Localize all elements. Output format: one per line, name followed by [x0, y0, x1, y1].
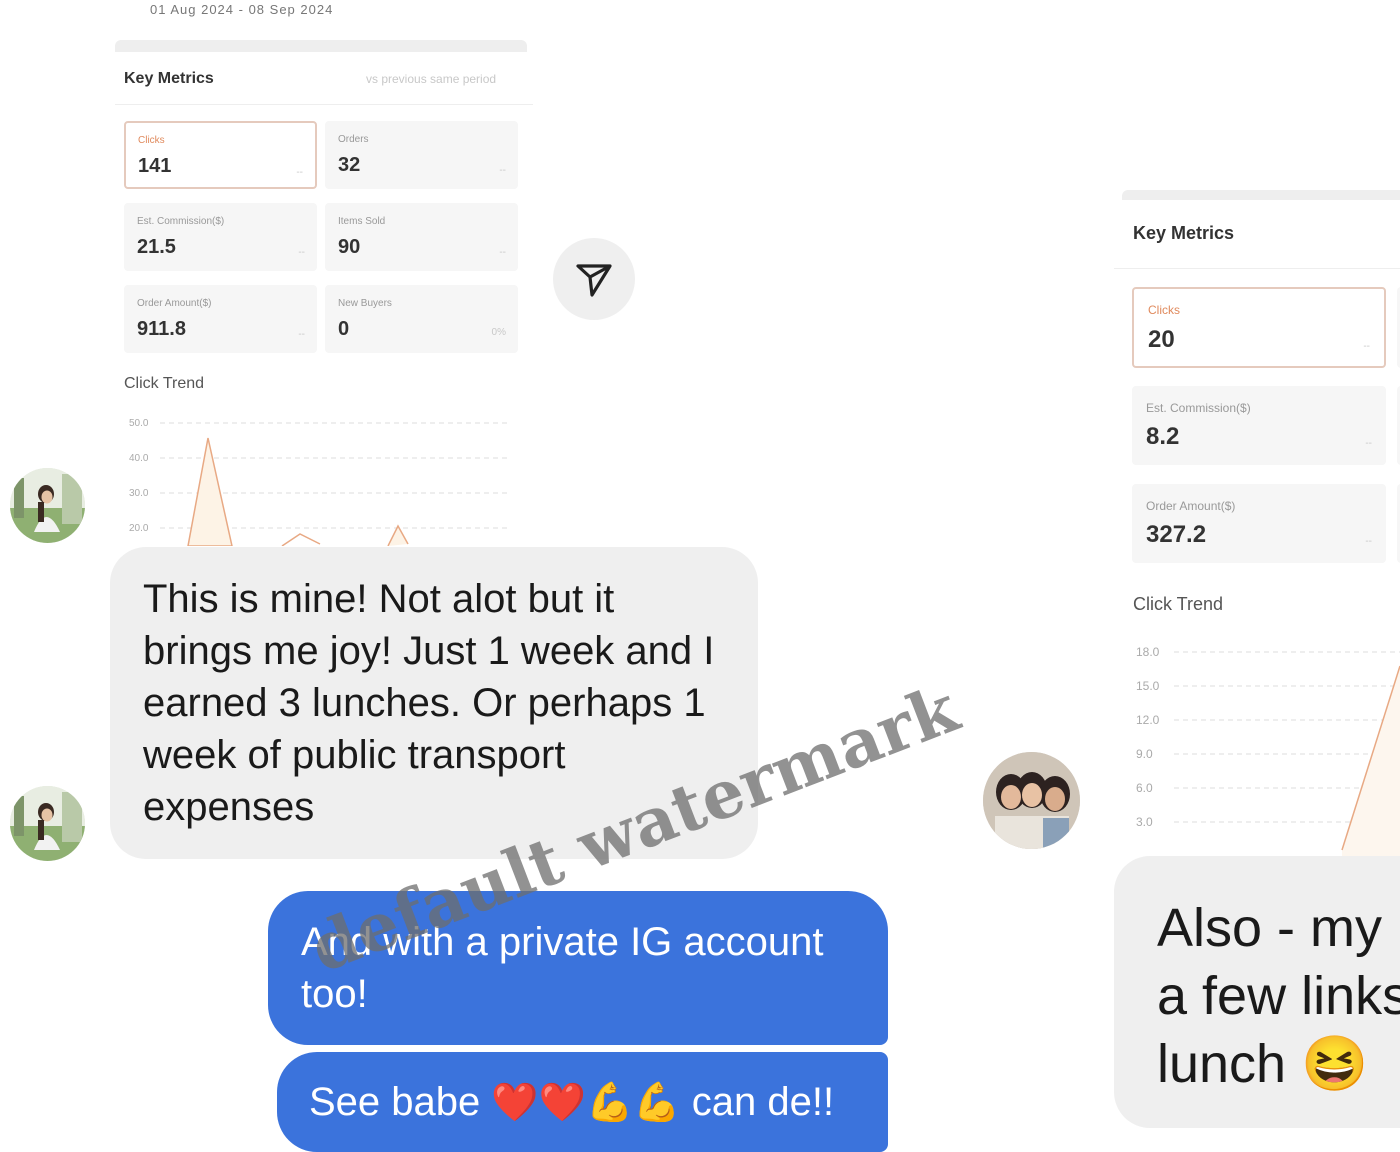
- outgoing-message[interactable]: See babe ❤️❤️💪💪 can de!!: [277, 1052, 888, 1152]
- incoming-message[interactable]: Also - my a few links lunch 😆: [1114, 856, 1400, 1128]
- trend-peak: [187, 437, 233, 546]
- message-text: lunch: [1157, 1034, 1287, 1094]
- metric-clicks[interactable]: Clicks 141 --: [124, 121, 317, 189]
- date-range: 01 Aug 2024 - 08 Sep 2024: [150, 2, 334, 17]
- metric-label: Items Sold: [338, 216, 386, 227]
- metric-value: 141: [138, 155, 172, 177]
- metric-label: New Buyers: [338, 298, 392, 309]
- avatar-woman-outdoors: [10, 468, 85, 543]
- metric-label: Order Amount($): [137, 298, 212, 309]
- comparison-label: vs previous same period: [366, 72, 497, 86]
- metric-est-commission[interactable]: Est. Commission($) 8.2 --: [1132, 386, 1386, 465]
- metric-est-commission[interactable]: Est. Commission($) 21.5 --: [124, 203, 317, 271]
- metric-change: --: [1365, 438, 1372, 449]
- metric-label: Clicks: [138, 135, 165, 146]
- message-text: See babe: [309, 1080, 492, 1124]
- metric-value: 8.2: [1146, 423, 1180, 450]
- metric-new-buyers[interactable]: New Buyers 0 0%: [325, 285, 518, 353]
- metric-label: Clicks: [1148, 303, 1180, 317]
- message-text: can de!!: [680, 1080, 835, 1124]
- avatar[interactable]: [983, 752, 1080, 849]
- metric-label: Order Amount($): [1146, 499, 1236, 513]
- metric-change: --: [1365, 536, 1372, 547]
- click-trend-title: Click Trend: [1133, 594, 1224, 614]
- metric-change: --: [298, 329, 305, 340]
- metric-clicks[interactable]: Clicks 20 --: [1132, 287, 1386, 368]
- y-tick-label: 18.0: [1136, 645, 1160, 659]
- metric-orders[interactable]: Orders 32 --: [325, 121, 518, 189]
- y-tick-label: 12.0: [1136, 713, 1160, 727]
- metric-change: --: [1363, 341, 1370, 352]
- send-button[interactable]: [553, 238, 635, 320]
- metric-change: --: [296, 167, 303, 178]
- y-tick-label: 9.0: [1136, 747, 1153, 761]
- y-tick-label: 50.0: [129, 418, 149, 429]
- laughing-emoji: 😆: [1301, 1034, 1369, 1094]
- metric-label: Est. Commission($): [1146, 401, 1251, 415]
- metric-label: Est. Commission($): [137, 216, 225, 227]
- message-text: Also - my: [1157, 898, 1383, 958]
- message-text: a few links: [1157, 966, 1400, 1026]
- card-top-bar: [1122, 190, 1400, 200]
- trend-segment: [281, 533, 321, 546]
- divider: [115, 104, 533, 105]
- key-metrics-title: Key Metrics: [1133, 223, 1235, 243]
- click-trend-title: Click Trend: [124, 375, 205, 392]
- metric-value: 0: [338, 318, 350, 340]
- avatar[interactable]: [10, 786, 85, 861]
- divider: [1114, 268, 1400, 269]
- y-tick-label: 3.0: [1136, 815, 1153, 829]
- metric-order-amount[interactable]: Order Amount($) 327.2 --: [1132, 484, 1386, 563]
- send-icon: [576, 264, 612, 297]
- metric-value: 327.2: [1146, 521, 1207, 548]
- click-trend-chart: 18.0 15.0 12.0 9.0 6.0 3.0: [1136, 645, 1400, 856]
- metric-value: 911.8: [137, 318, 186, 340]
- card-top-bar: [115, 40, 527, 52]
- metric-items-sold[interactable]: Items Sold 90 --: [325, 203, 518, 271]
- y-tick-label: 40.0: [129, 453, 149, 464]
- metric-value: 90: [338, 236, 361, 258]
- metric-change: --: [298, 247, 305, 258]
- avatar-group-photo: [983, 752, 1080, 849]
- metric-label: Orders: [338, 134, 369, 145]
- avatar-woman-outdoors: [10, 786, 85, 861]
- y-tick-label: 15.0: [1136, 679, 1160, 693]
- trend-segment: [387, 524, 409, 546]
- metric-change: --: [499, 247, 506, 258]
- y-tick-label: 6.0: [1136, 781, 1153, 795]
- metric-value: 21.5: [137, 236, 176, 258]
- metric-change: --: [499, 165, 506, 176]
- metric-change: 0%: [491, 327, 506, 338]
- y-tick-label: 20.0: [129, 523, 149, 534]
- y-tick-label: 30.0: [129, 488, 149, 499]
- metric-order-amount[interactable]: Order Amount($) 911.8 --: [124, 285, 317, 353]
- click-trend-chart: 50.0 40.0 30.0 20.0: [129, 418, 508, 546]
- metric-value: 20: [1148, 326, 1175, 353]
- key-metrics-title: Key Metrics: [124, 70, 214, 87]
- metric-value: 32: [338, 154, 361, 176]
- heart-muscle-emojis: ❤️❤️💪💪: [491, 1082, 681, 1124]
- avatar[interactable]: [10, 468, 85, 543]
